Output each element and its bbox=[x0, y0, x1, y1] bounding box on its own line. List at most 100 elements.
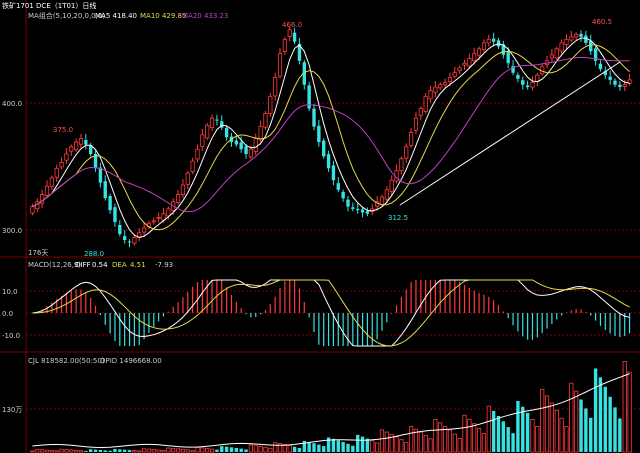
candle-body[interactable] bbox=[326, 154, 331, 169]
candle-body[interactable] bbox=[156, 216, 161, 219]
candle-body[interactable] bbox=[399, 158, 404, 172]
candle-body[interactable] bbox=[574, 34, 579, 38]
candle-body[interactable] bbox=[98, 167, 103, 183]
candle-body[interactable] bbox=[447, 77, 453, 83]
candle-body[interactable] bbox=[336, 183, 340, 190]
candle-body[interactable] bbox=[74, 141, 79, 151]
candle-body[interactable] bbox=[613, 80, 617, 85]
candle-body[interactable] bbox=[491, 38, 496, 42]
candle-body[interactable] bbox=[185, 172, 190, 185]
candle-body[interactable] bbox=[200, 134, 205, 147]
candle-body[interactable] bbox=[263, 112, 268, 128]
candle-body[interactable] bbox=[418, 108, 423, 116]
candle-body[interactable] bbox=[608, 76, 612, 80]
candle-body[interactable] bbox=[365, 211, 370, 214]
candle-body[interactable] bbox=[118, 224, 122, 235]
candle-body[interactable] bbox=[49, 177, 54, 187]
candle-body[interactable] bbox=[379, 196, 385, 206]
candle-body[interactable] bbox=[413, 117, 419, 131]
ma10-value: MA10 429.85 bbox=[140, 12, 186, 20]
candle-body[interactable] bbox=[64, 153, 69, 161]
candle-body[interactable] bbox=[467, 58, 472, 67]
candle-body[interactable] bbox=[476, 48, 482, 56]
candle-body[interactable] bbox=[530, 81, 535, 88]
candle-body[interactable] bbox=[433, 86, 438, 93]
candle-body[interactable] bbox=[209, 117, 215, 128]
candle-body[interactable] bbox=[59, 161, 64, 168]
candle-body[interactable] bbox=[486, 38, 491, 44]
candle-body[interactable] bbox=[356, 208, 360, 211]
candle-body[interactable] bbox=[481, 42, 487, 51]
candle-body[interactable] bbox=[549, 54, 554, 59]
candle-body[interactable] bbox=[234, 140, 239, 145]
candle-body[interactable] bbox=[127, 241, 132, 243]
candle-body[interactable] bbox=[346, 199, 350, 207]
candle-body[interactable] bbox=[457, 67, 462, 72]
candle-body[interactable] bbox=[224, 127, 229, 138]
candle-body[interactable] bbox=[113, 207, 117, 223]
candle-body[interactable] bbox=[598, 63, 603, 70]
candle-body[interactable] bbox=[292, 32, 297, 42]
candle-body[interactable] bbox=[409, 132, 414, 146]
candle-body[interactable] bbox=[506, 51, 510, 64]
candle-body[interactable] bbox=[282, 38, 287, 52]
candle-body[interactable] bbox=[253, 138, 258, 152]
candle-body[interactable] bbox=[287, 29, 292, 37]
candle-body[interactable] bbox=[341, 191, 345, 199]
candle-body[interactable] bbox=[525, 85, 530, 88]
candle-body[interactable] bbox=[579, 33, 583, 37]
candle-body[interactable] bbox=[132, 237, 137, 244]
candle-body[interactable] bbox=[195, 148, 200, 160]
candle-body[interactable] bbox=[84, 139, 88, 145]
candle-body[interactable] bbox=[30, 206, 35, 214]
candle-body[interactable] bbox=[472, 53, 477, 61]
candle-body[interactable] bbox=[351, 207, 355, 209]
candle-body[interactable] bbox=[360, 209, 365, 213]
candle-body[interactable] bbox=[122, 236, 127, 240]
candle-body[interactable] bbox=[452, 72, 457, 77]
candle-body[interactable] bbox=[258, 126, 263, 141]
candle-body[interactable] bbox=[268, 96, 273, 114]
candle-body[interactable] bbox=[554, 48, 559, 59]
candle-body[interactable] bbox=[277, 53, 283, 77]
candle-body[interactable] bbox=[559, 42, 564, 52]
candle-body[interactable] bbox=[190, 160, 195, 173]
candle-body[interactable] bbox=[423, 96, 428, 112]
candle-body[interactable] bbox=[205, 124, 210, 139]
candle-body[interactable] bbox=[622, 84, 627, 87]
candle-body[interactable] bbox=[516, 74, 520, 79]
candle-body[interactable] bbox=[322, 140, 326, 157]
candle-body[interactable] bbox=[44, 185, 50, 196]
candle-body[interactable] bbox=[151, 220, 156, 223]
candle-body[interactable] bbox=[438, 84, 443, 89]
candle-body[interactable] bbox=[175, 194, 181, 203]
candle-body[interactable] bbox=[273, 77, 278, 97]
candle-body[interactable] bbox=[239, 142, 243, 150]
candle-body[interactable] bbox=[462, 62, 467, 66]
candle-body[interactable] bbox=[248, 148, 253, 158]
candle-body[interactable] bbox=[428, 90, 433, 100]
candle-body[interactable] bbox=[54, 167, 59, 178]
candle-body[interactable] bbox=[331, 165, 336, 181]
candle-body[interactable] bbox=[108, 196, 112, 211]
candle-body[interactable] bbox=[103, 181, 107, 199]
candle-body[interactable] bbox=[180, 184, 186, 196]
candle-body[interactable] bbox=[389, 179, 394, 192]
volume-bar bbox=[190, 449, 195, 453]
candle-body[interactable] bbox=[569, 36, 574, 41]
candle-body[interactable] bbox=[244, 146, 248, 154]
candle-body[interactable] bbox=[384, 189, 389, 200]
candle-body[interactable] bbox=[141, 227, 147, 233]
candle-body[interactable] bbox=[166, 208, 171, 217]
candle-body[interactable] bbox=[564, 38, 569, 45]
candle-body[interactable] bbox=[312, 108, 316, 127]
candle-body[interactable] bbox=[78, 138, 84, 145]
candle-body[interactable] bbox=[69, 146, 74, 152]
candle-body[interactable] bbox=[215, 119, 219, 121]
candle-body[interactable] bbox=[404, 146, 409, 159]
candle-body[interactable] bbox=[317, 125, 321, 143]
candle-body[interactable] bbox=[521, 80, 525, 85]
candle-body[interactable] bbox=[618, 84, 622, 88]
candle-body[interactable] bbox=[442, 81, 448, 86]
volume-bar bbox=[525, 412, 530, 452]
